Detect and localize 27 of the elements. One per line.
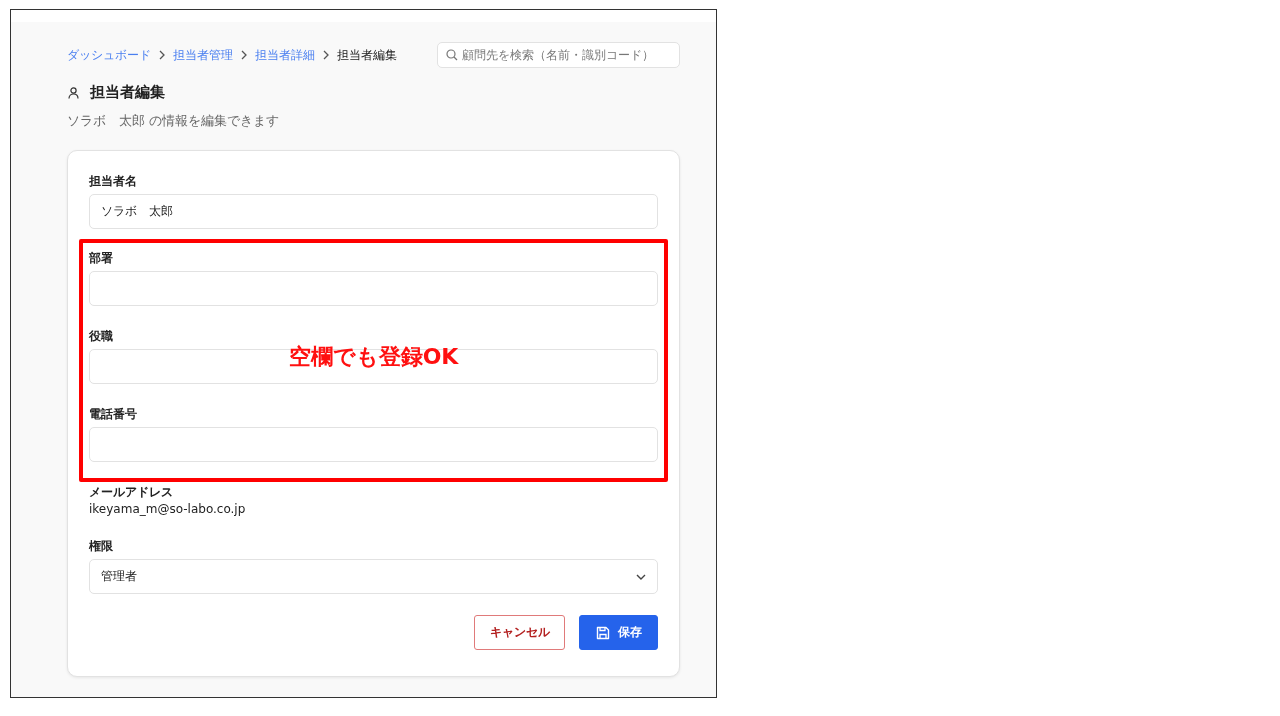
annotation-note: 空欄でも登録OK [288,343,459,371]
breadcrumb-link[interactable]: 担当者詳細 [255,46,315,64]
text-field[interactable]: ソラボ 太郎 [89,194,658,229]
field-label: 担当者名 [89,173,138,189]
chevron-right-icon [240,50,248,60]
text-field[interactable] [89,427,658,462]
field-label: 部署 [89,250,114,266]
cancel-button[interactable]: キャンセル [474,615,565,650]
breadcrumb-current: 担当者編集 [337,46,397,64]
field-label: メールアドレス [89,484,174,500]
chevron-down-icon [636,573,646,580]
save-button[interactable]: 保存 [579,615,658,650]
field-label: 役職 [89,328,114,344]
user-icon [68,86,79,99]
search-field[interactable]: 顧問先を検索（名前・識別コード） [437,42,680,68]
select-field[interactable]: 管理者 [89,559,658,594]
field-value: ikeyama_m@so-labo.co.jp [89,502,247,516]
breadcrumb-link[interactable]: ダッシュボード [67,46,151,64]
field-label: 電話番号 [89,406,138,422]
floppy-disk-icon [595,625,610,640]
field-label: 権限 [89,538,114,554]
page-title: 担当者編集 [90,83,165,102]
chevron-right-icon [158,50,166,60]
chevron-right-icon [322,50,330,60]
page-subtitle: ソラボ 太郎 の情報を編集できます [67,112,281,130]
breadcrumb-link[interactable]: 担当者管理 [173,46,233,64]
text-field[interactable] [89,271,658,306]
